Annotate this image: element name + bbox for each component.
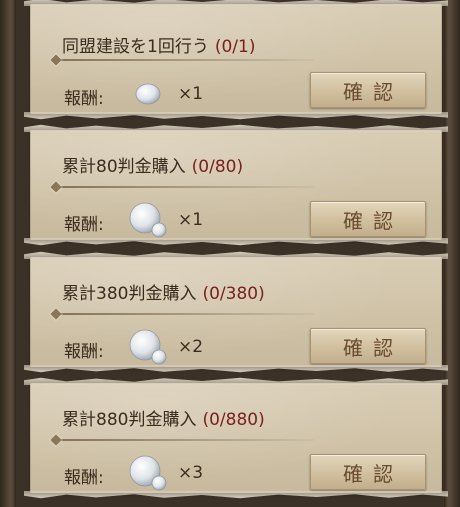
quest-progress: (0/880) <box>202 410 265 430</box>
divider-line <box>54 59 314 61</box>
reward-quantity: ×3 <box>178 463 204 483</box>
confirm-button[interactable]: 確認 <box>310 201 426 237</box>
quest-progress: (0/380) <box>202 284 265 304</box>
quest-title: 同盟建設を1回行う (0/1) <box>62 32 255 57</box>
confirm-button[interactable]: 確認 <box>310 328 426 364</box>
quest-progress: (0/80) <box>191 157 244 177</box>
confirm-button[interactable]: 確認 <box>310 72 426 108</box>
snowball-large-icon <box>126 200 170 240</box>
quest-title-text: 同盟建設を1回行う <box>62 37 209 57</box>
divider-line <box>54 439 314 441</box>
quest-title-text: 累計880判金購入 <box>62 410 197 430</box>
divider-ornament-icon <box>50 181 62 193</box>
divider-ornament-icon <box>50 434 62 446</box>
quest-card: 累計880判金購入 (0/880) 報酬: ×3 確認 <box>30 383 442 493</box>
confirm-button[interactable]: 確認 <box>310 454 426 490</box>
snowball-large-icon <box>126 453 170 493</box>
reward-quantity: ×1 <box>178 84 204 104</box>
reward-label: 報酬: <box>64 468 104 488</box>
snowball-small-icon <box>126 74 170 114</box>
reward-label: 報酬: <box>64 342 104 362</box>
reward-label: 報酬: <box>64 89 104 109</box>
reward-quantity: ×2 <box>178 337 204 357</box>
divider-line <box>54 313 314 315</box>
quest-list[interactable]: 同盟建設を1回行う (0/1) 報酬: ×1 確認 累計80判金購入 (0/80) <box>16 0 444 507</box>
reward-quantity: ×1 <box>178 210 204 230</box>
quest-title-text: 累計80判金購入 <box>62 157 186 177</box>
quest-card: 累計80判金購入 (0/80) 報酬: ×1 確認 <box>30 130 442 240</box>
quest-title: 累計880判金購入 (0/880) <box>62 405 265 430</box>
quest-progress: (0/1) <box>214 37 256 57</box>
quest-title: 累計380判金購入 (0/380) <box>62 279 265 304</box>
snowball-large-icon <box>126 327 170 367</box>
quest-title: 累計80判金購入 (0/80) <box>62 152 243 177</box>
divider-line <box>54 186 314 188</box>
divider-ornament-icon <box>50 308 62 320</box>
quest-card: 累計380判金購入 (0/380) 報酬: ×2 確認 <box>30 257 442 367</box>
quest-title-text: 累計380判金購入 <box>62 284 197 304</box>
divider-ornament-icon <box>50 54 62 66</box>
quest-card: 同盟建設を1回行う (0/1) 報酬: ×1 確認 <box>30 4 442 114</box>
reward-label: 報酬: <box>64 215 104 235</box>
